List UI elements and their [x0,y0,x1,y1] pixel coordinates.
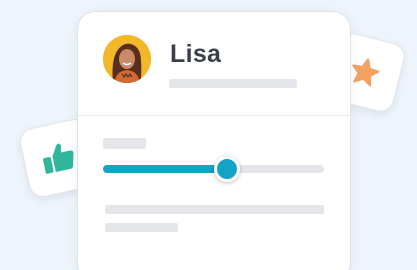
thumbs-up-icon [43,143,74,174]
star-icon [352,58,380,87]
slider-label-placeholder [103,138,146,149]
profile-name: Lisa [170,40,222,68]
slider-fill [103,165,227,173]
person-avatar-icon [103,35,151,83]
description-placeholder-line-1 [105,205,324,214]
slider-thumb[interactable] [213,156,240,182]
rating-slider[interactable] [103,156,324,182]
profile-header: Lisa [78,12,350,116]
subtitle-placeholder [169,79,297,88]
profile-card: Lisa [77,11,351,270]
description-placeholder-line-2 [105,223,178,232]
avatar [103,35,151,83]
